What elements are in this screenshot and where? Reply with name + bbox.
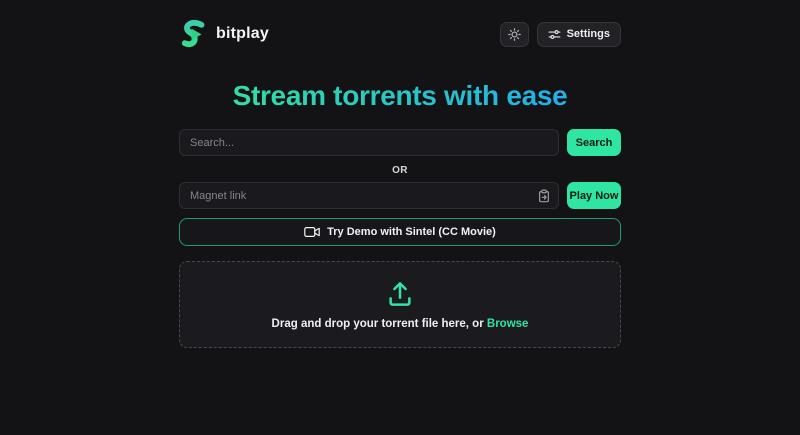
brand-name: bitplay — [216, 25, 269, 43]
header: bitplay — [179, 0, 621, 49]
bitplay-logo-icon — [179, 18, 209, 50]
try-demo-button[interactable]: Try Demo with Sintel (CC Movie) — [179, 218, 621, 246]
magnet-link-input[interactable] — [179, 182, 559, 209]
bitplay-page: bitplay — [0, 0, 800, 435]
magnet-row: Play Now — [179, 182, 621, 209]
dropzone-instruction: Drag and drop your torrent file here, or — [272, 318, 487, 330]
header-actions: Settings — [500, 22, 621, 47]
or-divider: OR — [179, 165, 621, 176]
video-camera-icon — [304, 226, 320, 238]
upload-icon — [385, 279, 415, 309]
search-input[interactable] — [179, 129, 559, 156]
sun-icon — [508, 28, 521, 41]
settings-button[interactable]: Settings — [537, 22, 621, 47]
page-title: Stream torrents with ease — [179, 80, 621, 112]
dropzone-text: Drag and drop your torrent file here, or… — [272, 318, 529, 330]
settings-button-label: Settings — [567, 28, 610, 40]
paste-from-clipboard-button[interactable] — [537, 189, 551, 203]
clipboard-paste-icon — [537, 189, 551, 203]
sliders-icon — [548, 28, 561, 41]
search-button[interactable]: Search — [567, 129, 621, 156]
play-now-button[interactable]: Play Now — [567, 182, 621, 209]
browse-link[interactable]: Browse — [487, 318, 529, 330]
theme-toggle-button[interactable] — [500, 22, 529, 47]
torrent-dropzone[interactable]: Drag and drop your torrent file here, or… — [179, 261, 621, 348]
search-row: Search — [179, 129, 621, 156]
brand[interactable]: bitplay — [179, 18, 269, 50]
try-demo-button-label: Try Demo with Sintel (CC Movie) — [327, 226, 496, 238]
